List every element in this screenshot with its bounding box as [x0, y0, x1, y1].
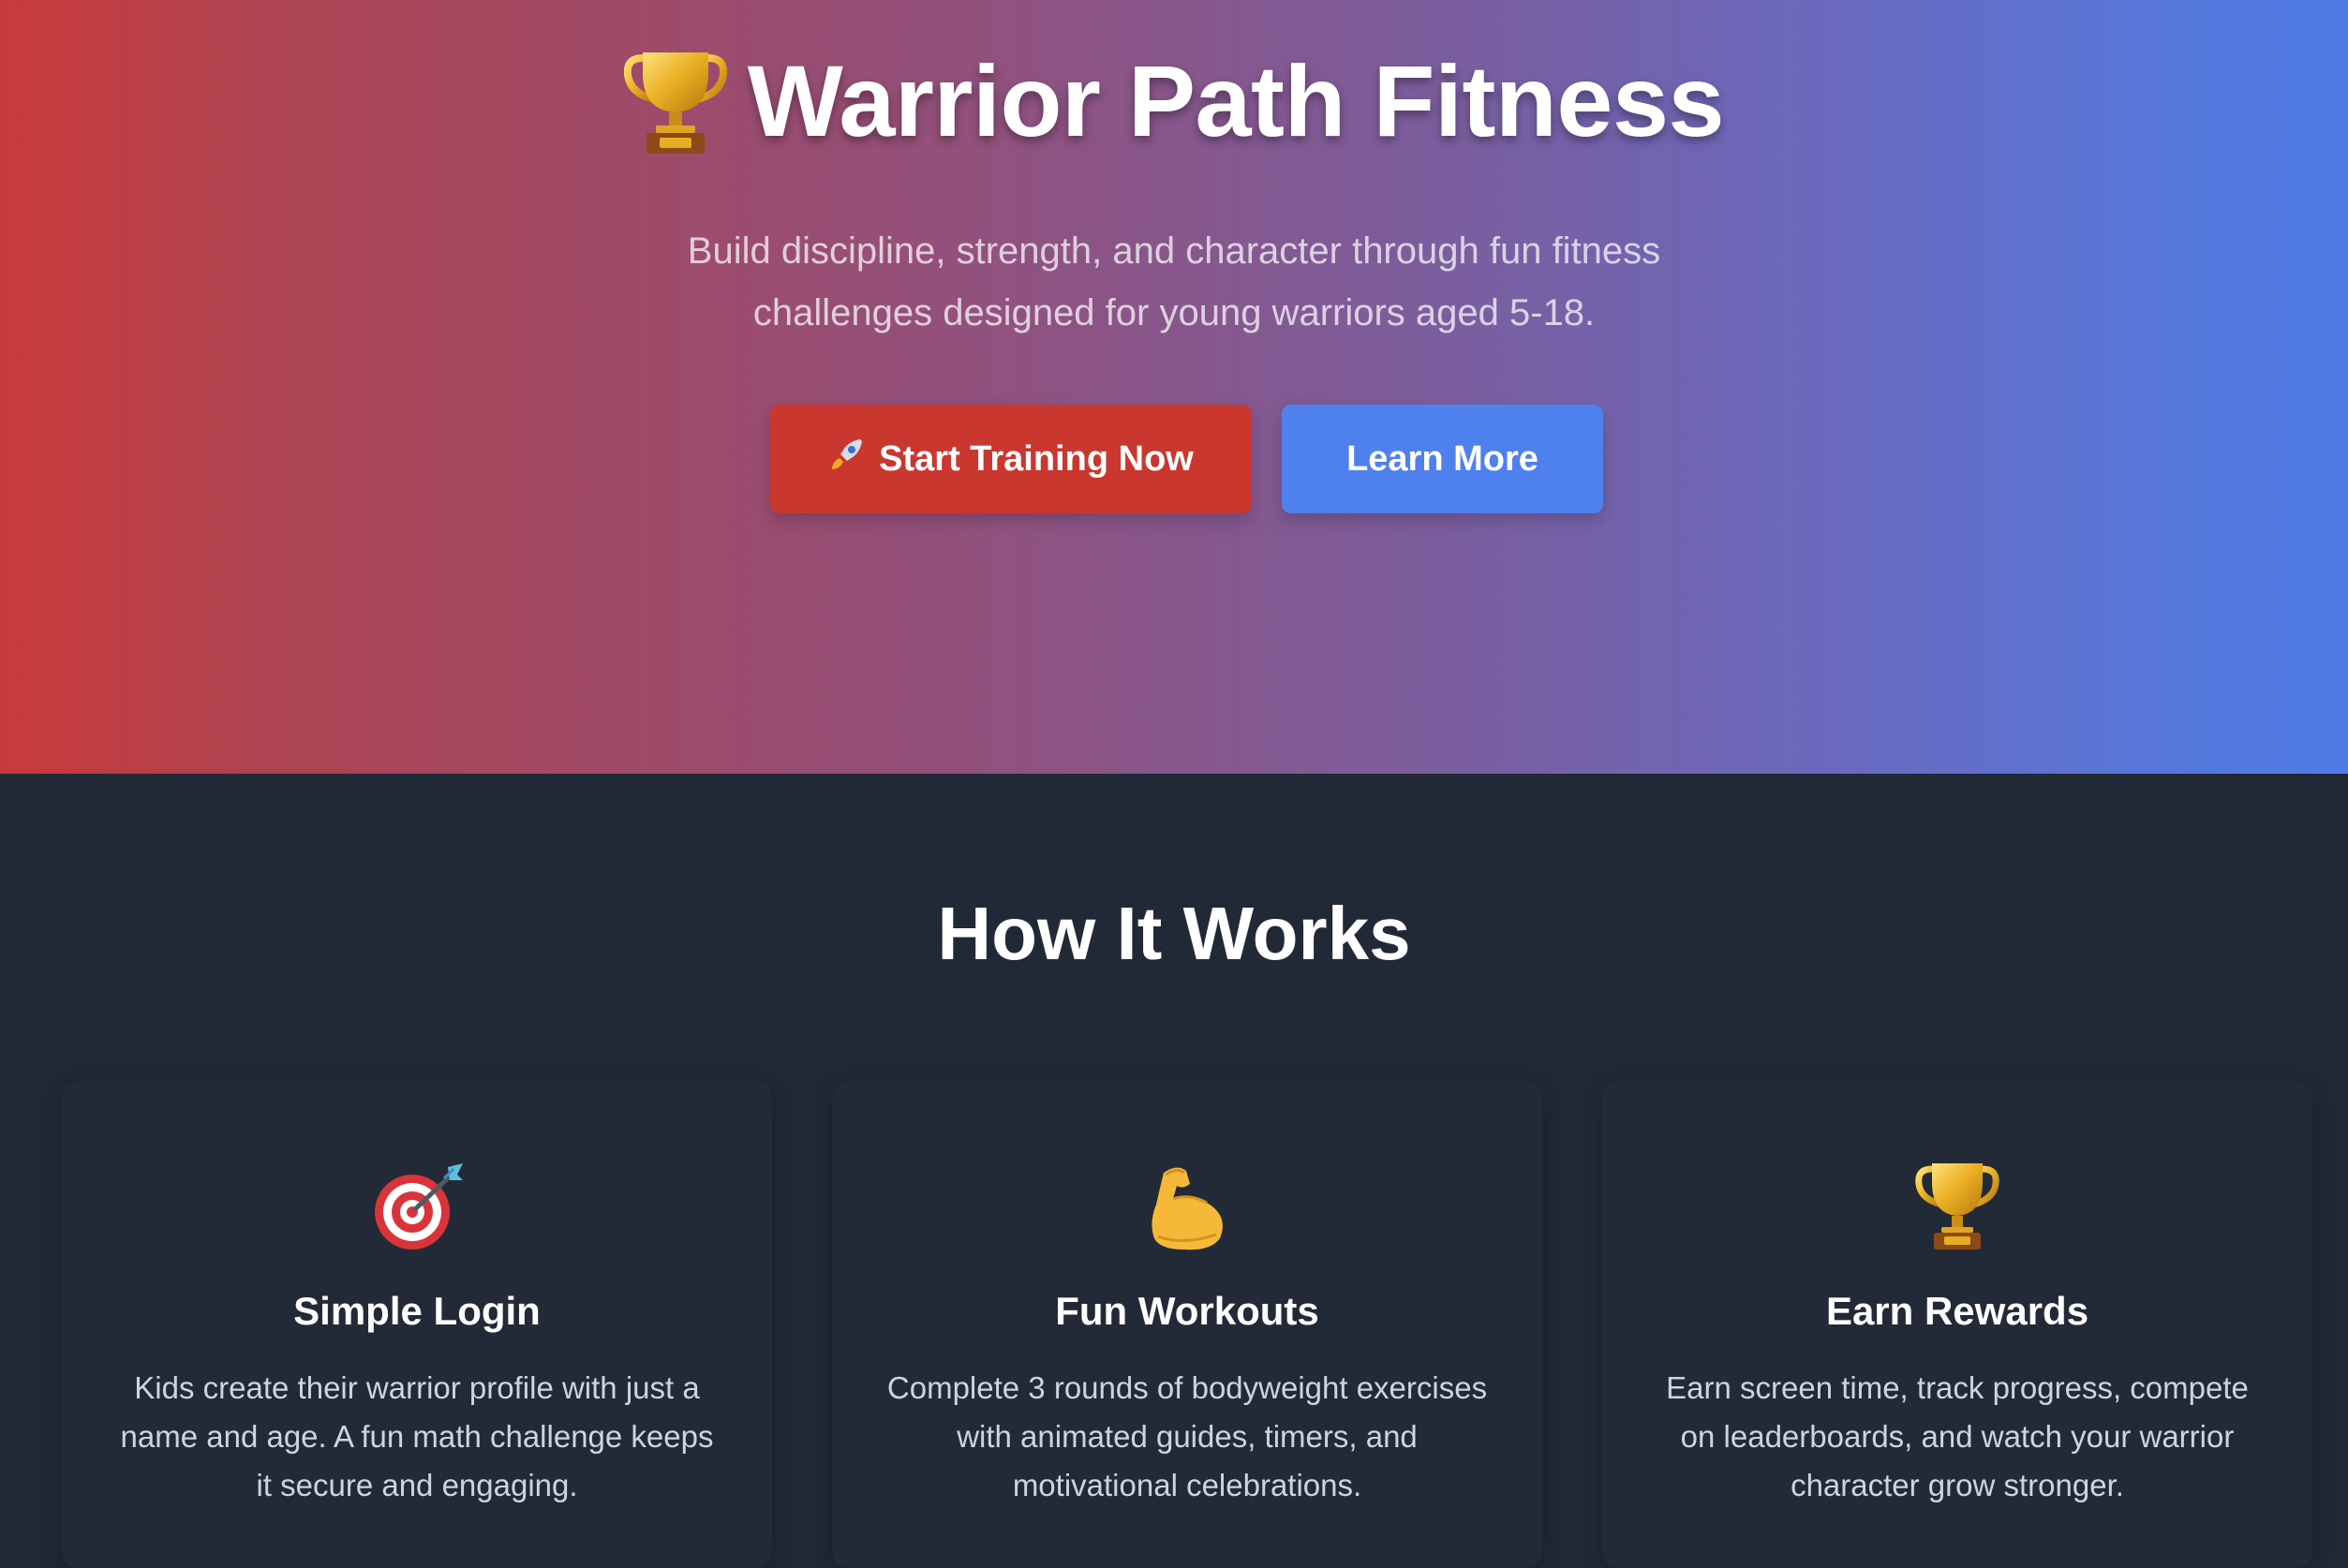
card-description: Earn screen time, track progress, compet… [1666, 1370, 2249, 1502]
card-title: Earn Rewards [1825, 1289, 2089, 1333]
card-title: Simple Login [293, 1289, 541, 1333]
trophy-icon [623, 45, 728, 157]
feature-card-fun-workouts: Fun Workouts Complete 3 rounds of bodywe… [832, 1081, 1542, 1568]
hero-title-row: Warrior Path Fitness [0, 45, 2348, 157]
hero-subtitle: Build discipline, strength, and characte… [687, 230, 1661, 333]
card-title: Fun Workouts [1055, 1289, 1319, 1333]
learn-more-label: Learn More [1346, 438, 1538, 479]
start-training-label: Start Training Now [879, 438, 1194, 479]
target-icon [365, 1160, 468, 1253]
card-description: Kids create their warrior profile with j… [120, 1370, 714, 1502]
trophy-icon [1906, 1160, 2009, 1253]
learn-more-button[interactable]: Learn More [1282, 405, 1603, 513]
hero-section: Warrior Path Fitness Build discipline, s… [0, 0, 2348, 774]
hero-title: Warrior Path Fitness [747, 44, 1725, 157]
feature-card-earn-rewards: Earn Rewards Earn screen time, track pro… [1602, 1081, 2312, 1568]
card-description: Complete 3 rounds of bodyweight exercise… [886, 1370, 1488, 1502]
flexed-biceps-icon [1136, 1160, 1239, 1253]
feature-card-simple-login: Simple Login Kids create their warrior p… [62, 1081, 772, 1568]
rocket-icon [828, 436, 866, 482]
start-training-button[interactable]: Start Training Now [770, 405, 1252, 513]
how-it-works-title: How It Works [937, 892, 1411, 975]
